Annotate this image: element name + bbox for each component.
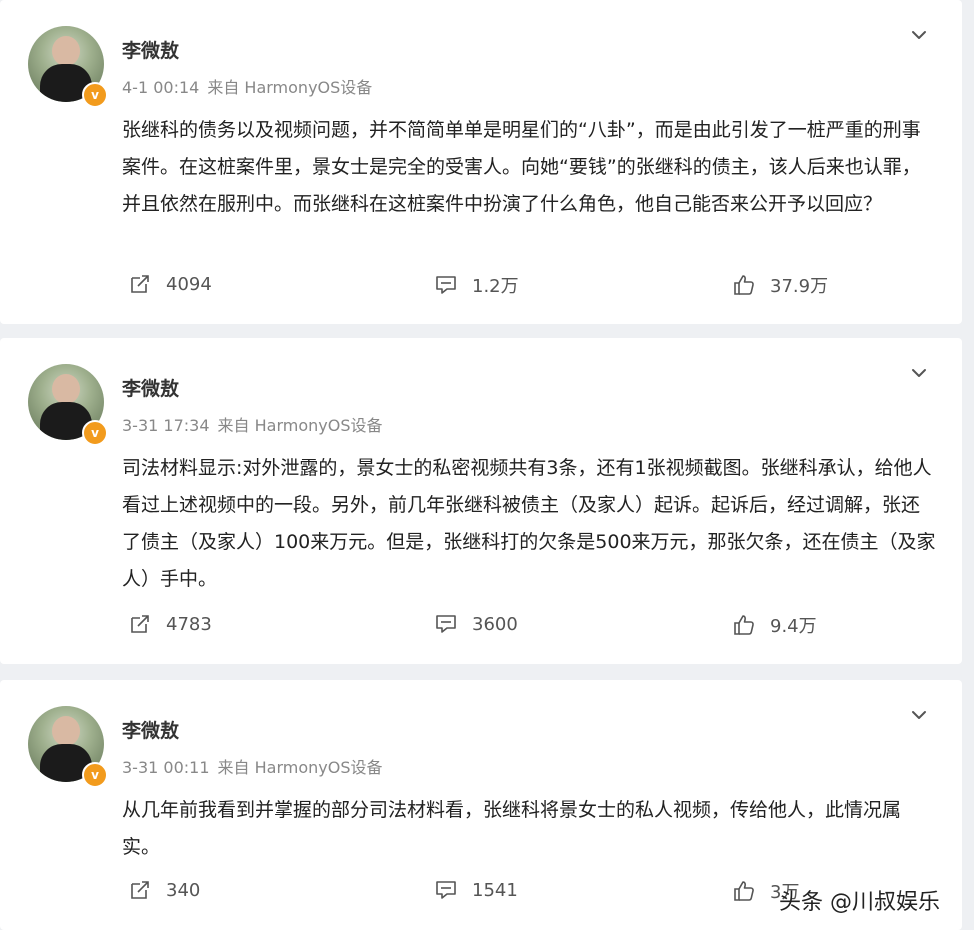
repost-count: 340: [166, 879, 201, 901]
comment-icon: [436, 615, 456, 633]
like-count: 9.4万: [770, 616, 817, 637]
repost-icon: [131, 275, 149, 293]
watermark: 头条 @川叔娱乐: [779, 890, 940, 915]
comment-count: 1541: [472, 879, 518, 901]
post-card: v 李微敖 4-1 00:14 来自 HarmonyOS设备 张继科的债务以及视频…: [0, 0, 962, 324]
verified-badge-icon: v: [82, 420, 108, 446]
post-content: 司法材料显示:对外泄露的，景女士的私密视频共有3条，还有1张视频截图。张继科承认…: [122, 457, 936, 590]
post-timestamp[interactable]: 4-1 00:14: [122, 78, 199, 97]
post-timestamp[interactable]: 3-31 17:34: [122, 416, 210, 435]
thumbs-up-icon: [734, 881, 754, 901]
chevron-down-icon[interactable]: [910, 364, 928, 382]
comment-icon: [436, 276, 456, 294]
comment-button[interactable]: 1541: [434, 878, 518, 902]
post-source: 来自 HarmonyOS设备: [217, 758, 383, 777]
avatar-head: [52, 716, 80, 746]
repost-button[interactable]: 4783: [128, 612, 212, 636]
repost-button[interactable]: 4094: [128, 272, 212, 296]
post-meta: 3-31 17:34 来自 HarmonyOS设备: [122, 412, 390, 436]
avatar-head: [52, 36, 80, 66]
post-timestamp[interactable]: 3-31 00:11: [122, 758, 210, 777]
repost-button[interactable]: 340: [128, 878, 200, 902]
comment-button[interactable]: 1.2万: [434, 272, 519, 298]
verified-badge-icon: v: [82, 82, 108, 108]
username[interactable]: 李微敖: [122, 374, 179, 401]
thumbs-up-icon: [734, 615, 754, 635]
post-actions: 4783 3600 9.4万: [0, 612, 962, 642]
username[interactable]: 李微敖: [122, 716, 179, 743]
repost-count: 4094: [166, 273, 212, 295]
post-content: 张继科的债务以及视频问题，并不简简单单是明星们的“八卦”，而是由此引发了一桩严重…: [122, 119, 921, 215]
repost-icon: [131, 881, 149, 899]
like-button[interactable]: 37.9万: [732, 272, 828, 298]
like-count: 37.9万: [770, 276, 829, 297]
post-content: 从几年前我看到并掌握的部分司法材料看，张继科将景女士的私人视频，传给他人，此情况…: [122, 799, 902, 858]
repost-count: 4783: [166, 613, 212, 635]
post-meta: 3-31 00:11 来自 HarmonyOS设备: [122, 754, 390, 778]
thumbs-up-icon: [734, 275, 754, 295]
chevron-down-icon[interactable]: [910, 26, 928, 44]
post-card: v 李微敖 3-31 17:34 来自 HarmonyOS设备 司法材料显示:对外…: [0, 338, 962, 664]
post-meta: 4-1 00:14 来自 HarmonyOS设备: [122, 74, 380, 98]
avatar-head: [52, 374, 80, 404]
comment-count: 1.2万: [472, 276, 519, 297]
post-source: 来自 HarmonyOS设备: [217, 416, 383, 435]
username[interactable]: 李微敖: [122, 36, 179, 63]
repost-icon: [131, 615, 149, 633]
post-card: v 李微敖 3-31 00:11 来自 HarmonyOS设备 从几年前我看到并掌…: [0, 680, 962, 930]
post-actions: 4094 1.2万 37.9万: [0, 272, 962, 302]
like-button[interactable]: 9.4万: [732, 612, 817, 638]
comment-count: 3600: [472, 613, 518, 635]
comment-icon: [436, 881, 456, 899]
chevron-down-icon[interactable]: [910, 706, 928, 724]
verified-badge-icon: v: [82, 762, 108, 788]
comment-button[interactable]: 3600: [434, 612, 518, 636]
post-source: 来自 HarmonyOS设备: [207, 78, 373, 97]
